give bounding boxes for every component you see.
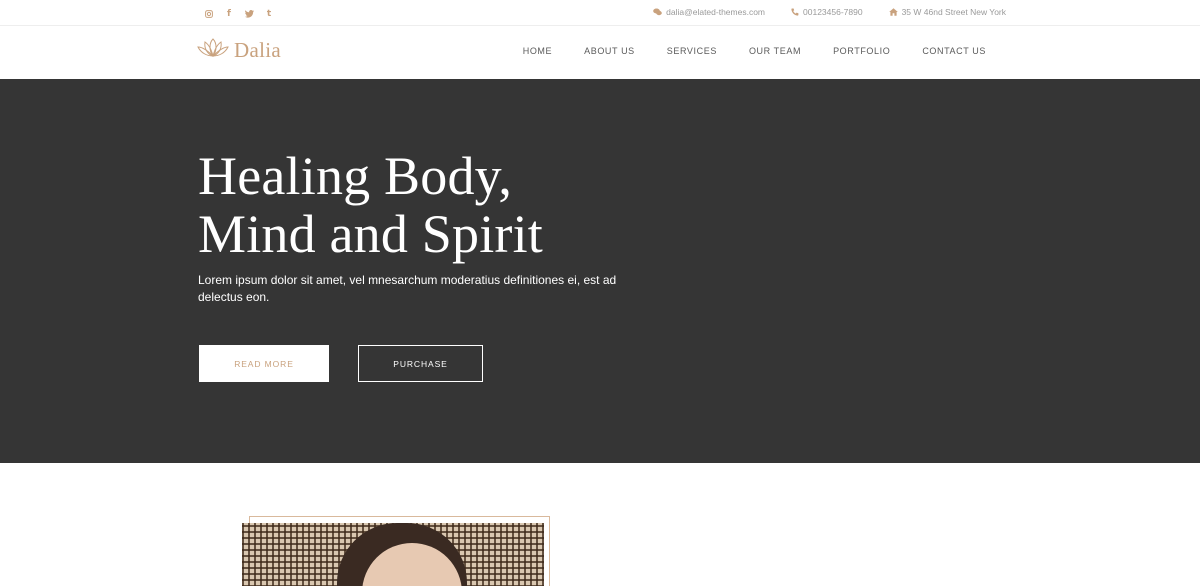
email-text: dalia@elated-themes.com — [666, 7, 766, 17]
nav-contact-us[interactable]: CONTACT US — [922, 46, 986, 56]
address-item[interactable]: 35 W 46nd Street New York — [888, 7, 1006, 17]
social-links: f t — [199, 8, 279, 20]
nav-services[interactable]: SERVICES — [667, 46, 717, 56]
purchase-button[interactable]: PURCHASE — [358, 345, 483, 382]
about-section — [0, 463, 1200, 586]
hero-title-line-1: Healing Body, — [198, 146, 513, 206]
email-item[interactable]: dalia@elated-themes.com — [653, 7, 765, 17]
hero-description: Lorem ipsum dolor sit amet, vel mnesarch… — [198, 273, 617, 304]
contact-info: dalia@elated-themes.com 00123456-7890 35… — [653, 7, 1006, 17]
top-bar: f t dalia@elated-themes.com 00123456-789… — [0, 0, 1200, 26]
instagram-icon[interactable] — [199, 8, 219, 20]
site-header: Dalia HOME ABOUT US SERVICES OUR TEAM PO… — [0, 26, 1200, 79]
main-nav: HOME ABOUT US SERVICES OUR TEAM PORTFOLI… — [523, 46, 986, 56]
nav-home[interactable]: HOME — [523, 46, 552, 56]
hero-title: Healing Body, Mind and Spirit — [198, 147, 543, 263]
lotus-icon — [197, 37, 229, 64]
spa-photo — [242, 523, 544, 586]
logo[interactable]: Dalia — [197, 37, 281, 64]
address-text: 35 W 46nd Street New York — [901, 7, 1006, 17]
nav-portfolio[interactable]: PORTFOLIO — [833, 46, 890, 56]
phone-text: 00123456-7890 — [803, 7, 863, 17]
phone-item[interactable]: 00123456-7890 — [791, 7, 863, 17]
chat-icon — [653, 8, 662, 16]
phone-icon — [791, 8, 799, 16]
hero-title-line-2: Mind and Spirit — [198, 204, 544, 264]
hero-section: Healing Body, Mind and Spirit Lorem ipsu… — [0, 79, 1200, 463]
nav-about-us[interactable]: ABOUT US — [584, 46, 635, 56]
logo-text: Dalia — [234, 38, 281, 62]
facebook-icon[interactable]: f — [219, 8, 239, 20]
tumblr-icon[interactable]: t — [259, 8, 279, 20]
home-icon — [888, 8, 898, 16]
twitter-icon[interactable] — [239, 8, 259, 20]
nav-our-team[interactable]: OUR TEAM — [749, 46, 801, 56]
read-more-button[interactable]: READ MORE — [199, 345, 329, 382]
